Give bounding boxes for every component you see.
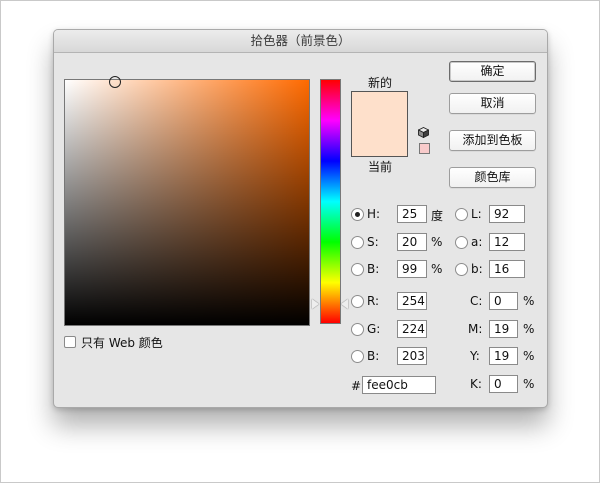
radio-brightness[interactable] bbox=[351, 263, 364, 276]
hue-input[interactable] bbox=[397, 205, 427, 223]
radio-green[interactable] bbox=[351, 323, 364, 336]
lab-l-label: L: bbox=[471, 207, 482, 221]
brightness-label: B: bbox=[367, 262, 380, 276]
cyan-label: C: bbox=[470, 294, 483, 308]
ok-button[interactable]: 确定 bbox=[449, 61, 536, 82]
black-label: K: bbox=[470, 377, 482, 391]
color-picker-dialog: 拾色器（前景色） 新的 当前 确定 取消 添加到色板 颜色库 H: 度 S: %… bbox=[53, 29, 548, 408]
magenta-label: M: bbox=[468, 322, 483, 336]
blue-input[interactable] bbox=[397, 347, 427, 365]
radio-saturation[interactable] bbox=[351, 236, 364, 249]
web-colors-only-checkbox[interactable] bbox=[64, 336, 76, 348]
black-input[interactable] bbox=[489, 375, 518, 393]
web-colors-only-label[interactable]: 只有 Web 颜色 bbox=[81, 334, 163, 351]
dialog-title: 拾色器（前景色） bbox=[54, 30, 547, 53]
lab-l-input[interactable] bbox=[489, 205, 525, 223]
hue-label: H: bbox=[367, 207, 381, 221]
lab-a-input[interactable] bbox=[489, 233, 525, 251]
blue-label: B: bbox=[367, 349, 380, 363]
magenta-unit: % bbox=[523, 322, 535, 336]
hue-slider[interactable] bbox=[320, 79, 341, 324]
lab-a-label: a: bbox=[471, 235, 483, 249]
lab-b-input[interactable] bbox=[489, 260, 525, 278]
hue-slider-handle-left[interactable] bbox=[312, 299, 319, 309]
hex-input[interactable] bbox=[362, 376, 436, 394]
magenta-input[interactable] bbox=[489, 320, 518, 338]
current-color-label: 当前 bbox=[368, 160, 393, 174]
yellow-label: Y: bbox=[470, 349, 480, 363]
saturation-unit: % bbox=[431, 235, 443, 249]
radio-lab-b[interactable] bbox=[455, 263, 468, 276]
cyan-unit: % bbox=[523, 294, 535, 308]
yellow-unit: % bbox=[523, 349, 535, 363]
black-unit: % bbox=[523, 377, 535, 391]
new-color-label: 新的 bbox=[368, 76, 393, 90]
radio-blue[interactable] bbox=[351, 350, 364, 363]
cancel-button[interactable]: 取消 bbox=[449, 93, 536, 114]
brightness-input[interactable] bbox=[397, 260, 427, 278]
brightness-unit: % bbox=[431, 262, 443, 276]
radio-lab-l[interactable] bbox=[455, 208, 468, 221]
radio-lab-a[interactable] bbox=[455, 236, 468, 249]
color-field[interactable] bbox=[64, 76, 310, 326]
color-preview-swatch bbox=[351, 91, 408, 157]
saturation-input[interactable] bbox=[397, 233, 427, 251]
cyan-input[interactable] bbox=[489, 292, 518, 310]
yellow-input[interactable] bbox=[489, 347, 518, 365]
lab-b-label: b: bbox=[471, 262, 483, 276]
hue-unit: 度 bbox=[431, 209, 444, 223]
add-to-swatches-button[interactable]: 添加到色板 bbox=[449, 130, 536, 151]
web-safe-swatch[interactable] bbox=[419, 143, 430, 154]
green-label: G: bbox=[367, 322, 381, 336]
hue-slider-handle-right[interactable] bbox=[341, 299, 348, 309]
red-input[interactable] bbox=[397, 292, 427, 310]
red-label: R: bbox=[367, 294, 380, 308]
color-field-marker[interactable] bbox=[109, 76, 121, 88]
radio-hue[interactable] bbox=[351, 208, 364, 221]
hex-label: # bbox=[351, 379, 362, 393]
cube-icon[interactable] bbox=[418, 127, 429, 138]
green-input[interactable] bbox=[397, 320, 427, 338]
saturation-label: S: bbox=[367, 235, 379, 249]
color-libraries-button[interactable]: 颜色库 bbox=[449, 167, 536, 188]
radio-red[interactable] bbox=[351, 295, 364, 308]
